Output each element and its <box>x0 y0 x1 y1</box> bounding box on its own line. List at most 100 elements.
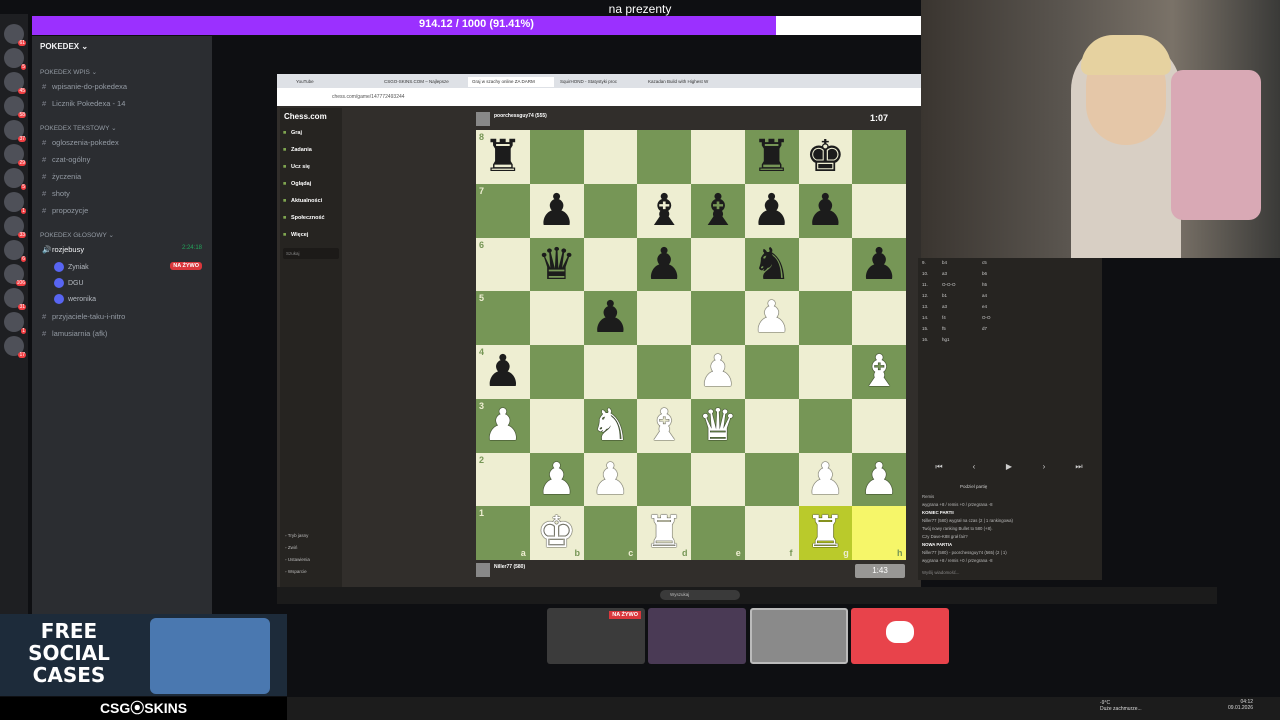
opponent-name[interactable]: poorchessguy74 (555) <box>494 113 547 119</box>
channel-item[interactable]: # Licznik Pokedexa - 14 <box>40 99 206 113</box>
chess-nav-item[interactable]: ■ Oglądaj <box>283 181 339 193</box>
channel-item[interactable]: # wpisanie-do-pokedexa <box>40 82 206 96</box>
browser-tab[interactable]: YouTube <box>292 77 378 87</box>
white-move[interactable]: b4 <box>942 260 947 265</box>
chess-board[interactable]: ♜ ♜ ♚ ♟ ♝ ♝ ♟ ♟ ♛ ♟ ♞ ♟ ♟ ♟ ♟ ♟ ♝ ♟ ♞ ♝ ♛ ♟ ♟ ♟ ♟ ♚ ♜ ♜ 8 7 6 5 4 3 2 1 a b c d… <box>476 130 906 560</box>
board-square[interactable] <box>637 345 691 399</box>
chess-piece[interactable]: ♟ <box>584 291 638 345</box>
server-icon[interactable]: 31 <box>4 288 26 310</box>
board-square[interactable] <box>744 398 799 453</box>
chess-piece[interactable]: ♟ <box>530 453 584 507</box>
black-move[interactable]: O-O <box>982 315 991 320</box>
browser-tab[interactable]: CSGO-SKINS.COM – Najlepsze <box>380 77 466 87</box>
chess-piece[interactable]: ♝ <box>691 184 745 238</box>
chess-footer-item[interactable]: ◦ Tryb jasny <box>285 533 308 538</box>
black-move[interactable]: h5 <box>982 282 987 287</box>
board-square[interactable] <box>691 291 745 345</box>
chess-piece[interactable]: ♛ <box>530 238 584 292</box>
board-square[interactable] <box>529 398 584 453</box>
chess-nav-item[interactable]: ■ Społeczność <box>283 215 339 227</box>
white-move[interactable]: O-O-O <box>942 282 956 287</box>
white-move[interactable]: b1 <box>942 293 947 298</box>
move-row[interactable]: 14. f4 O-O <box>922 315 1098 324</box>
chess-piece[interactable]: ♝ <box>637 184 691 238</box>
black-move[interactable]: e4 <box>982 304 987 309</box>
browser-tab[interactable]: SquirHOND - Statystyki proc <box>556 77 642 87</box>
voice-user[interactable]: weronika <box>54 294 206 308</box>
server-icon[interactable]: 29 <box>4 144 26 166</box>
chat-input[interactable]: Wyślij wiadomość... <box>918 568 1102 578</box>
chess-nav-item[interactable]: ■ Więcej <box>283 232 339 244</box>
board-square[interactable] <box>691 130 745 184</box>
voice-user[interactable]: DGU <box>54 278 206 292</box>
url-text[interactable]: chess.com/game/147772493244 <box>332 94 405 100</box>
chess-piece[interactable]: ♟ <box>852 453 906 507</box>
channel-item[interactable]: # lamusiarnia (afk) <box>40 329 206 343</box>
channel-item[interactable]: # shoty <box>40 189 206 203</box>
black-move[interactable]: b6 <box>982 271 987 276</box>
stream-thumb-user[interactable] <box>648 608 746 664</box>
channel-item[interactable]: # ogloszenia-pokedex <box>40 138 206 152</box>
stream-thumb-car[interactable] <box>750 608 848 664</box>
server-icon[interactable]: 58 <box>4 96 26 118</box>
chess-piece[interactable]: ♟ <box>799 184 853 238</box>
server-icon[interactable]: 45 <box>4 72 26 94</box>
move-row[interactable]: 12. b1 a4 <box>922 293 1098 302</box>
board-square[interactable] <box>744 452 799 507</box>
server-icon[interactable]: 5 <box>4 48 26 70</box>
chess-footer-item[interactable]: ◦ Wsparcie <box>285 569 307 574</box>
black-move[interactable]: d7 <box>982 326 987 331</box>
play-button[interactable]: ▶ <box>999 462 1019 476</box>
chess-piece[interactable]: ♟ <box>691 345 745 399</box>
voice-user[interactable]: Zyniak NA ŻYWO <box>54 262 206 276</box>
board-square[interactable] <box>691 237 745 292</box>
board-square[interactable] <box>637 130 691 184</box>
white-move[interactable]: f5 <box>942 326 946 331</box>
server-icon[interactable]: 5 <box>4 168 26 190</box>
channel-item[interactable]: # propozycje <box>40 206 206 220</box>
channel-category[interactable]: POKEDEX GŁOSOWY ⌄ <box>40 231 114 239</box>
share-game-button[interactable]: Podziel partię <box>960 484 987 489</box>
board-square[interactable] <box>637 452 691 507</box>
chess-nav-item[interactable]: ■ Zadania <box>283 147 339 159</box>
chess-piece[interactable]: ♞ <box>745 238 799 292</box>
board-square[interactable] <box>476 291 530 345</box>
stream-thumb-chess[interactable]: NA ŻYWO <box>547 608 645 664</box>
channel-category[interactable]: POKEDEX Tekstowy ⌄ <box>40 124 117 132</box>
board-square[interactable] <box>583 237 638 292</box>
board-square[interactable] <box>798 291 853 345</box>
board-square[interactable] <box>852 398 906 453</box>
chess-nav-item[interactable]: ■ Aktualności <box>283 198 339 210</box>
move-row[interactable]: 13. a3 e4 <box>922 304 1098 313</box>
server-icon[interactable]: 61 <box>4 24 26 46</box>
server-icon[interactable]: 37 <box>4 120 26 142</box>
channel-item[interactable]: # czat-ogólny <box>40 155 206 169</box>
move-row[interactable]: 10. a3 b6 <box>922 271 1098 280</box>
discord-button[interactable] <box>851 608 949 664</box>
chess-piece[interactable]: ♟ <box>476 345 530 399</box>
weather-widget[interactable]: -9°C Duże zachmurze... <box>1100 700 1142 712</box>
white-move[interactable]: f4 <box>942 315 946 320</box>
chess-piece[interactable]: ♝ <box>637 399 691 453</box>
server-icon[interactable]: 17 <box>4 336 26 358</box>
board-square[interactable] <box>798 398 853 453</box>
board-square[interactable] <box>529 130 584 184</box>
chess-piece[interactable]: ♟ <box>745 291 799 345</box>
chess-logo[interactable]: Chess.com <box>284 112 327 121</box>
chess-piece[interactable]: ♟ <box>584 453 638 507</box>
board-square[interactable] <box>529 291 584 345</box>
server-icon[interactable]: 6 <box>4 240 26 262</box>
windows-search[interactable]: Wyszukaj <box>660 590 740 600</box>
board-square[interactable] <box>798 237 853 292</box>
move-row[interactable]: 16. hg1 <box>922 337 1098 346</box>
chess-footer-item[interactable]: ◦ Zwiń <box>285 545 297 550</box>
board-square[interactable] <box>476 183 530 238</box>
chess-piece[interactable]: ♝ <box>852 345 906 399</box>
move-row[interactable]: 9. b4 c5 <box>922 260 1098 269</box>
black-move[interactable]: c5 <box>982 260 987 265</box>
chess-piece[interactable]: ♟ <box>745 184 799 238</box>
move-row[interactable]: 11. O-O-O h5 <box>922 282 1098 291</box>
board-square[interactable] <box>583 345 638 399</box>
white-move[interactable]: a3 <box>942 304 947 309</box>
channel-category[interactable]: POKEDEX Wpis ⌄ <box>40 68 97 76</box>
